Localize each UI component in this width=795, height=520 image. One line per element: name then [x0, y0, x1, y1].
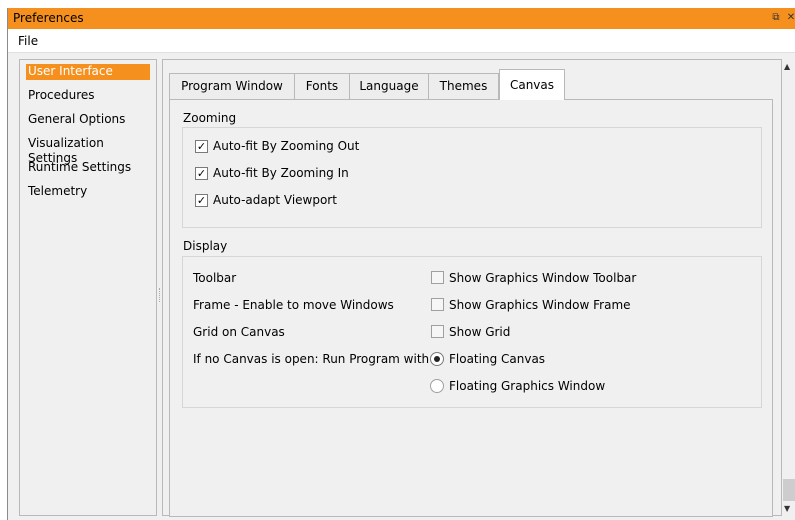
show-frame-label: Show Graphics Window Frame	[449, 298, 631, 312]
show-grid-checkbox[interactable]	[431, 325, 444, 338]
canvas-settings-panel: Zooming ✓ Auto-fit By Zooming Out ✓ Auto…	[169, 99, 773, 517]
run-program-label: If no Canvas is open: Run Program with	[193, 352, 430, 366]
tab-canvas[interactable]: Canvas	[499, 69, 565, 100]
category-sidebar: User Interface Procedures General Option…	[19, 59, 157, 516]
sidebar-item-general-options[interactable]: General Options	[26, 112, 125, 128]
grid-label: Grid on Canvas	[193, 325, 285, 339]
sidebar-item-user-interface[interactable]: User Interface	[26, 64, 150, 80]
sidebar-item-procedures[interactable]: Procedures	[26, 88, 95, 104]
auto-adapt-viewport-checkbox[interactable]: ✓	[195, 194, 208, 207]
zooming-group: ✓ Auto-fit By Zooming Out ✓ Auto-fit By …	[182, 127, 762, 228]
auto-adapt-viewport-label: Auto-adapt Viewport	[213, 193, 337, 207]
background-edge	[0, 0, 7, 520]
floating-canvas-radio[interactable]	[430, 352, 444, 366]
show-frame-checkbox[interactable]	[431, 298, 444, 311]
auto-fit-in-checkbox[interactable]: ✓	[195, 167, 208, 180]
tab-themes[interactable]: Themes	[428, 73, 499, 99]
menu-bar: File	[8, 29, 795, 53]
floating-graphics-window-label: Floating Graphics Window	[449, 379, 606, 393]
tab-language[interactable]: Language	[349, 73, 429, 99]
floating-graphics-window-radio[interactable]	[430, 379, 444, 393]
scroll-thumb[interactable]	[783, 479, 795, 501]
auto-fit-out-label: Auto-fit By Zooming Out	[213, 139, 360, 153]
auto-fit-out-checkbox[interactable]: ✓	[195, 140, 208, 153]
auto-fit-in-label: Auto-fit By Zooming In	[213, 166, 349, 180]
tab-fonts[interactable]: Fonts	[294, 73, 350, 99]
settings-content: Program Window Fonts Language Themes Can…	[162, 59, 782, 517]
sidebar-item-telemetry[interactable]: Telemetry	[26, 184, 87, 200]
floating-canvas-label: Floating Canvas	[449, 352, 546, 366]
display-group: Toolbar Show Graphics Window Toolbar Fra…	[182, 256, 762, 408]
vertical-scrollbar[interactable]: ▲ ▼	[782, 59, 795, 516]
frame-label: Frame - Enable to move Windows	[193, 298, 394, 312]
menu-file[interactable]: File	[18, 34, 38, 48]
show-toolbar-checkbox[interactable]	[431, 271, 444, 284]
toolbar-label: Toolbar	[193, 271, 237, 285]
restore-icon[interactable]: ⧉	[770, 12, 782, 24]
sidebar-item-runtime-settings[interactable]: Runtime Settings	[26, 160, 131, 176]
title-bar[interactable]: Preferences ⧉ ✕	[8, 8, 795, 29]
splitter-handle[interactable]	[159, 288, 161, 302]
show-grid-label: Show Grid	[449, 325, 511, 339]
sidebar-item-visualization-settings[interactable]: Visualization Settings	[26, 136, 156, 165]
window-title: Preferences	[13, 11, 84, 25]
scroll-up-icon[interactable]: ▲	[784, 62, 790, 71]
zooming-heading: Zooming	[183, 111, 237, 125]
close-icon[interactable]: ✕	[785, 12, 795, 24]
display-heading: Display	[183, 239, 228, 253]
preferences-window: Preferences ⧉ ✕ File User Interface Proc…	[7, 8, 795, 520]
tab-program-window[interactable]: Program Window	[169, 73, 295, 99]
scroll-down-icon[interactable]: ▼	[784, 504, 790, 513]
show-toolbar-label: Show Graphics Window Toolbar	[449, 271, 637, 285]
